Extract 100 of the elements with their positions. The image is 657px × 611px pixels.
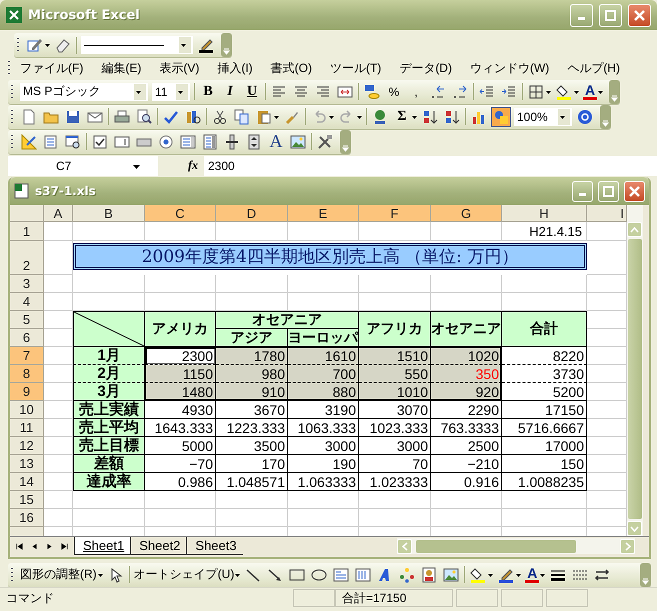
toolbar-options-icon[interactable]	[600, 104, 611, 128]
column-header[interactable]: D	[216, 205, 288, 222]
formula-field[interactable]: 2300	[204, 156, 657, 176]
table-cell[interactable]: 2300	[145, 347, 216, 365]
draw-menu[interactable]: 図形の調整(R)	[20, 566, 97, 583]
grid-cell[interactable]	[288, 275, 359, 293]
menu-item[interactable]: ウィンドウ(W)	[460, 60, 558, 76]
grid-cell[interactable]	[431, 275, 502, 293]
percent-button[interactable]: %	[385, 84, 403, 98]
grid-cell[interactable]	[359, 222, 431, 241]
grid-cell[interactable]	[502, 509, 587, 527]
insert-function-button[interactable]: fx	[158, 158, 204, 173]
table-cell[interactable]: 0.916	[431, 473, 502, 491]
table-cell[interactable]: 0.986	[145, 473, 216, 491]
grid-cell[interactable]	[73, 509, 145, 527]
toolbar-options-icon[interactable]	[340, 130, 351, 154]
grid-cell[interactable]	[73, 275, 145, 293]
minimize-button[interactable]	[572, 180, 593, 202]
table-cell[interactable]: 1780	[216, 347, 288, 365]
clip-art-icon[interactable]	[420, 566, 438, 584]
table-cell[interactable]: 1.048571	[216, 473, 288, 491]
row-header[interactable]: 12	[10, 437, 44, 455]
autoshapes-menu[interactable]: オートシェイプ(U)	[134, 566, 234, 583]
grid-cell[interactable]	[44, 275, 73, 293]
code-window-icon[interactable]	[64, 132, 82, 150]
row-header[interactable]: 2	[10, 241, 44, 275]
table-cell[interactable]: 763.3333	[431, 419, 502, 437]
grid-cell[interactable]	[359, 509, 431, 527]
grid-border-icon[interactable]	[527, 82, 545, 100]
table-cell[interactable]: 1150	[145, 365, 216, 383]
row-header[interactable]: 1	[10, 222, 44, 241]
table-cell[interactable]: 3190	[288, 401, 359, 419]
font-color-button[interactable]: A	[525, 566, 540, 582]
table-cell[interactable]: −210	[431, 455, 502, 473]
table-cell[interactable]: 17000	[502, 437, 587, 455]
table-cell[interactable]: 3500	[216, 437, 288, 455]
scroll-up-button[interactable]	[627, 222, 642, 237]
bold-button[interactable]: B	[199, 84, 217, 100]
grid-cell[interactable]	[359, 275, 431, 293]
column-header[interactable]: H	[502, 205, 587, 222]
menu-item[interactable]: ヘルプ(H)	[558, 60, 629, 76]
image-icon[interactable]	[289, 132, 307, 150]
label-button[interactable]: A	[267, 131, 285, 152]
menu-item[interactable]: 挿入(I)	[208, 60, 262, 76]
close-button[interactable]	[628, 4, 651, 26]
column-header[interactable]: I	[587, 205, 627, 222]
table-cell[interactable]: 3670	[216, 401, 288, 419]
italic-button[interactable]: I	[221, 84, 239, 100]
sheet-tab[interactable]: Sheet1	[74, 537, 130, 555]
menu-item[interactable]: 表示(V)	[150, 60, 208, 76]
list-box-icon[interactable]	[179, 132, 197, 150]
grid-cell[interactable]	[44, 293, 73, 311]
row-header[interactable]: 10	[10, 401, 44, 419]
grid-cell[interactable]	[44, 222, 73, 241]
paint-bucket-icon[interactable]	[469, 566, 488, 584]
menu-item[interactable]: ファイル(F)	[11, 60, 92, 76]
grid-cell[interactable]	[288, 222, 359, 241]
grid-cell[interactable]	[145, 222, 216, 241]
printer-icon[interactable]	[113, 108, 131, 126]
column-header[interactable]: G	[431, 205, 502, 222]
row-header[interactable]: 5	[10, 311, 44, 329]
horizontal-scrollbar[interactable]	[397, 538, 635, 554]
table-cell[interactable]: 980	[216, 365, 288, 383]
table-cell[interactable]: 3730	[502, 365, 587, 383]
row-header[interactable]: 6	[10, 329, 44, 347]
last-sheet-icon[interactable]	[59, 540, 70, 552]
checkbox-icon[interactable]	[91, 132, 109, 150]
table-cell[interactable]: 1610	[288, 347, 359, 365]
column-header[interactable]: A	[44, 205, 73, 222]
table-cell[interactable]: 150	[502, 455, 587, 473]
grid-cell[interactable]	[145, 275, 216, 293]
table-cell[interactable]: 3000	[359, 437, 431, 455]
image-icon[interactable]	[442, 566, 460, 584]
autosum-button[interactable]: Σ	[393, 108, 411, 124]
underline-button[interactable]: U	[243, 84, 261, 100]
scroll-right-button[interactable]	[620, 538, 635, 554]
row-header[interactable]: 16	[10, 509, 44, 527]
grid-cell[interactable]	[431, 222, 502, 241]
close-button[interactable]	[624, 180, 645, 202]
column-header[interactable]: C	[145, 205, 216, 222]
table-cell[interactable]: 1.063333	[288, 473, 359, 491]
table-cell[interactable]: 190	[288, 455, 359, 473]
table-cell[interactable]: 4930	[145, 401, 216, 419]
text-box-icon[interactable]	[332, 566, 350, 584]
grid-cell[interactable]	[502, 275, 587, 293]
column-header[interactable]: E	[288, 205, 359, 222]
help-icon[interactable]	[576, 108, 594, 126]
grid-cell[interactable]	[44, 491, 73, 509]
table-cell[interactable]: 5000	[145, 437, 216, 455]
row-header[interactable]: 13	[10, 455, 44, 473]
row-header[interactable]: 15	[10, 491, 44, 509]
row-header[interactable]: 14	[10, 473, 44, 491]
row-header[interactable]: 9	[10, 383, 44, 401]
table-cell[interactable]: 170	[216, 455, 288, 473]
diagram-icon[interactable]	[398, 566, 416, 584]
line-style-dropdown[interactable]	[81, 36, 193, 54]
magnifier-icon[interactable]	[135, 108, 153, 126]
maximize-button[interactable]	[598, 180, 619, 202]
row-header[interactable]: 4	[10, 293, 44, 311]
radio-icon[interactable]	[157, 132, 175, 150]
